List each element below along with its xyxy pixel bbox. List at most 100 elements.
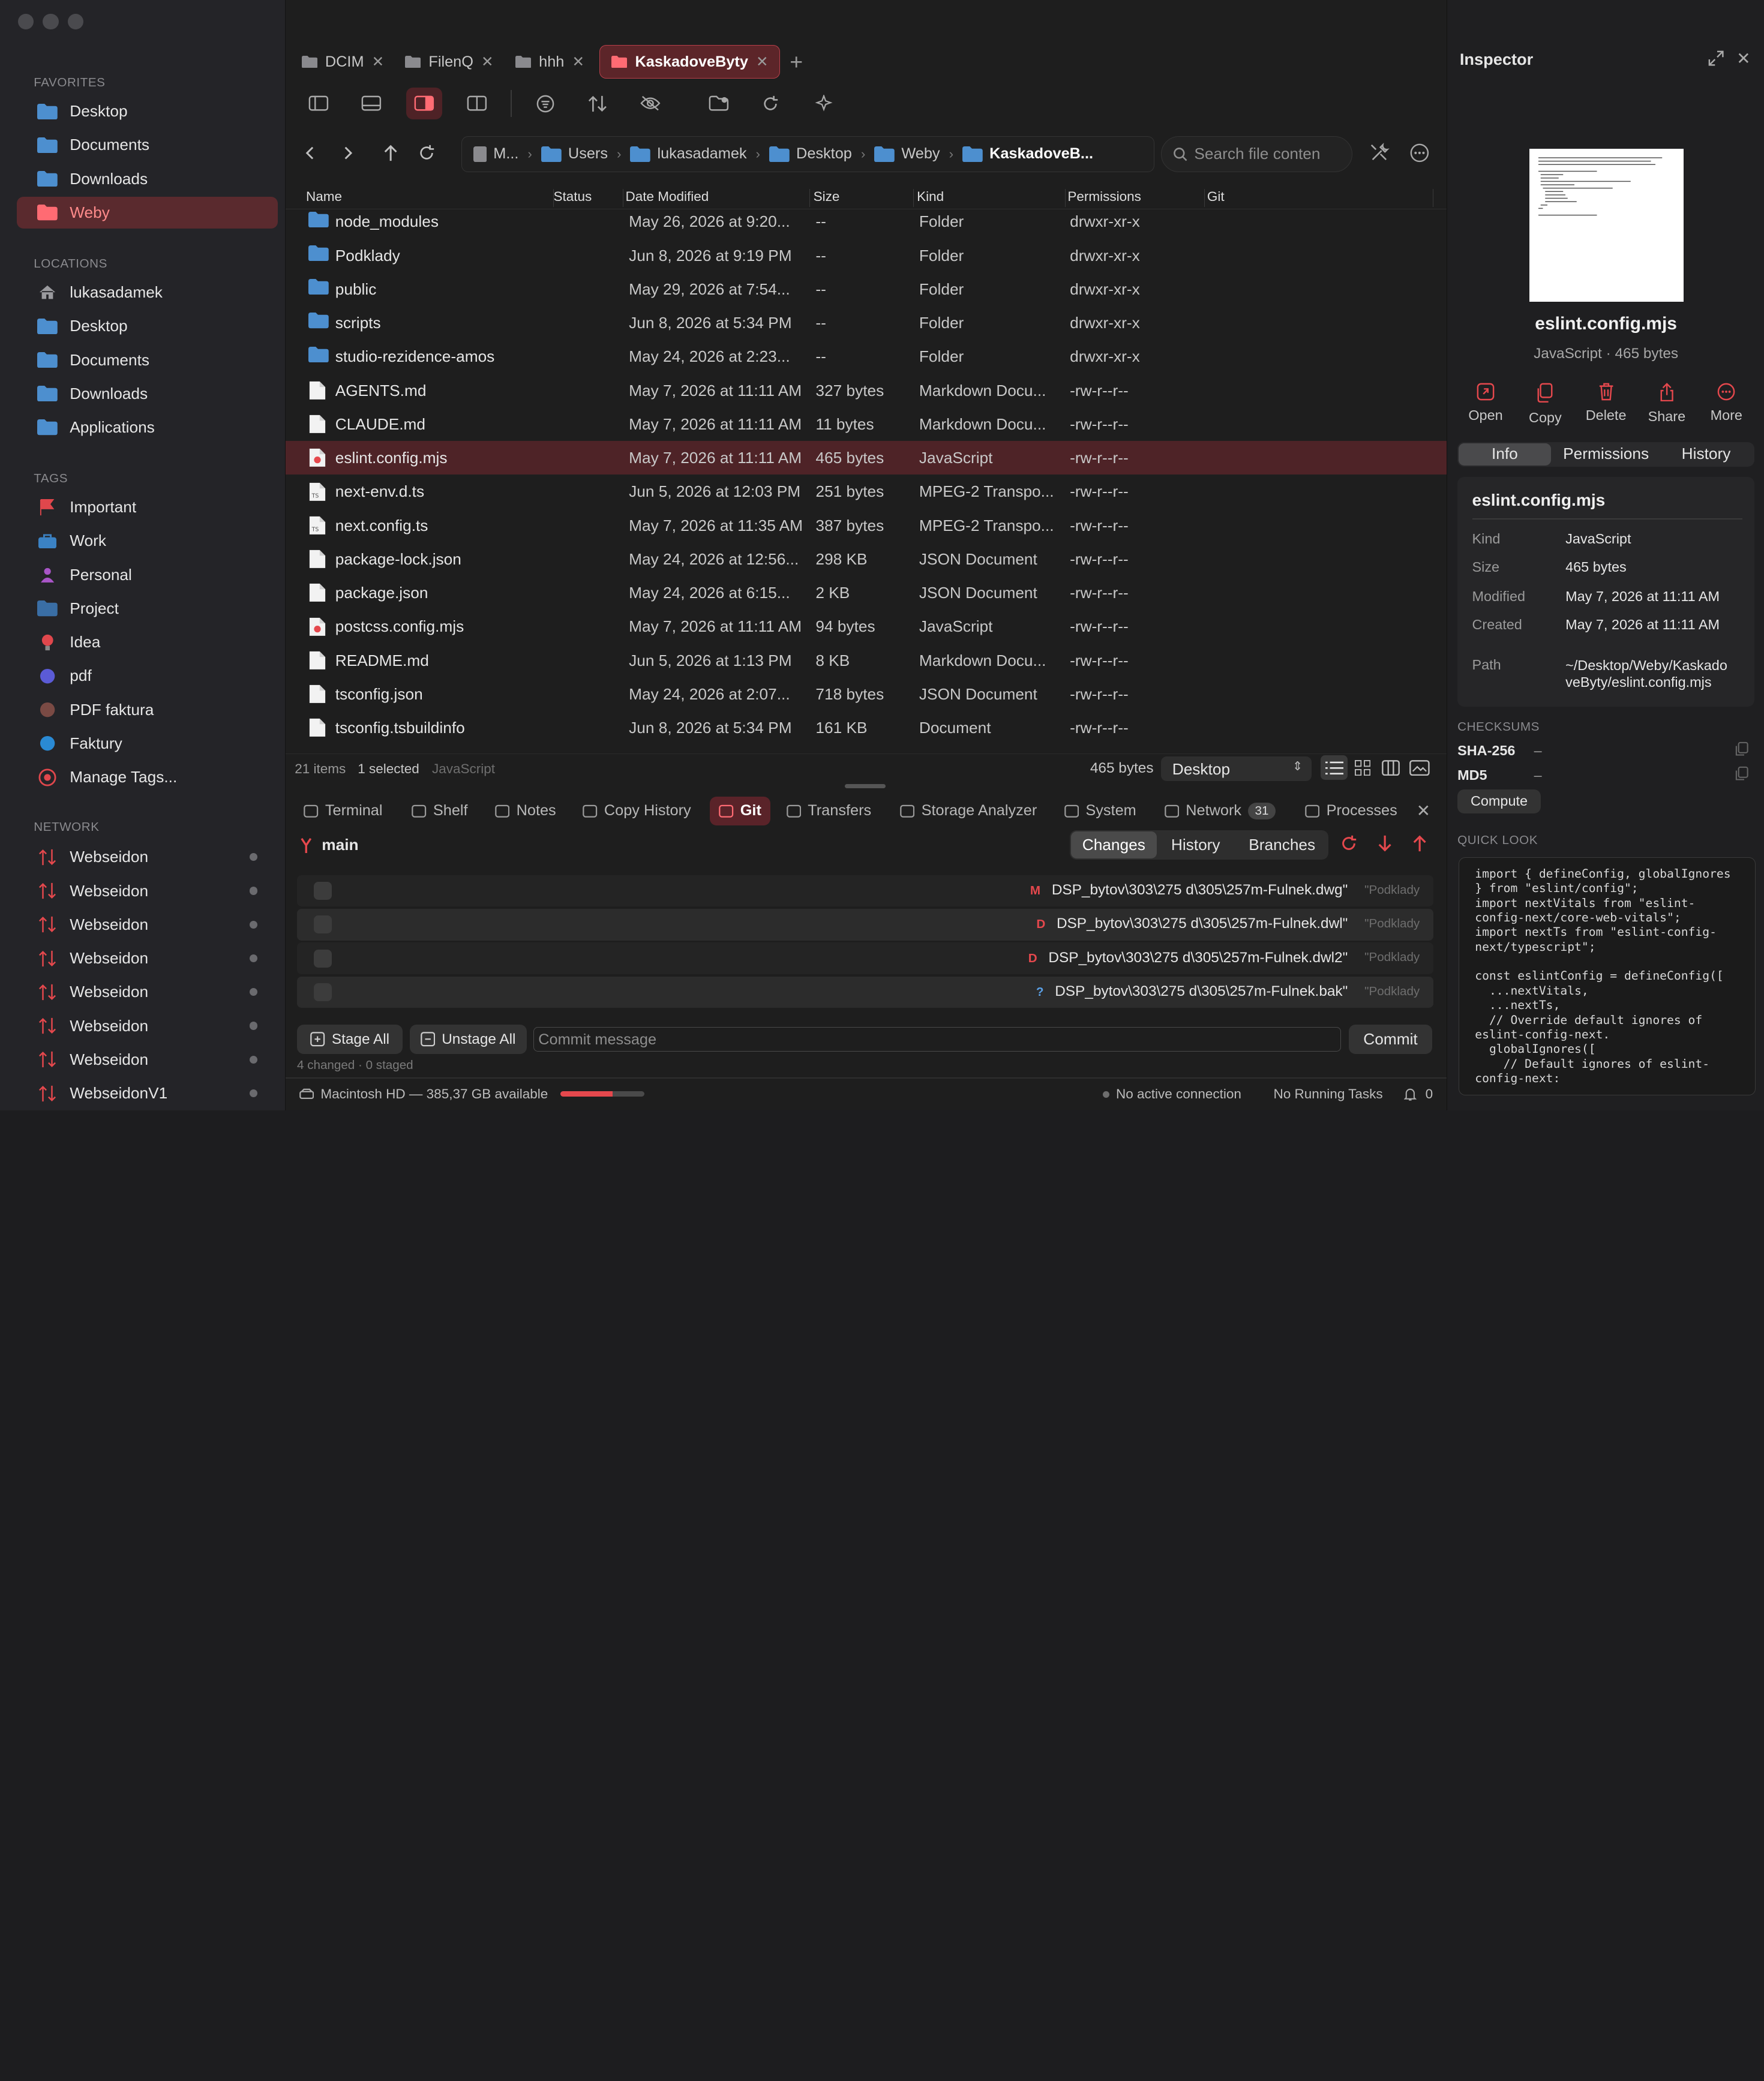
open-action-button[interactable]: Open — [1457, 383, 1514, 424]
sidebar-network-item[interactable]: Webseidon — [17, 875, 278, 907]
panel-tab-shelf[interactable]: Shelf — [412, 797, 468, 826]
panel-tab-transfers[interactable]: Transfers — [786, 797, 871, 826]
delete-action-button[interactable]: Delete — [1578, 383, 1634, 424]
panel-tab-processes[interactable]: Processes — [1305, 797, 1397, 826]
git-change-row[interactable]: D DSP_bytov\303\275 d\305\257m-Fulnek.dwl… — [297, 942, 1433, 974]
git-pull-button[interactable] — [1377, 834, 1393, 852]
sidebar-network-item[interactable]: WebseidonV1 — [17, 1077, 278, 1109]
tasks-status[interactable]: No Running Tasks — [1274, 1086, 1383, 1102]
column-kind[interactable]: Kind — [913, 189, 1066, 207]
back-button[interactable] — [298, 140, 323, 165]
close-panel-icon[interactable]: ✕ — [1417, 801, 1431, 821]
sidebar-network-item[interactable]: Webseidon — [17, 1010, 278, 1042]
sort-button[interactable] — [580, 88, 616, 119]
git-fetch-button[interactable] — [1340, 834, 1358, 852]
ai-button[interactable] — [806, 88, 842, 119]
sidebar-network-item[interactable]: Webseidon — [17, 1044, 278, 1076]
git-branch[interactable]: main — [299, 836, 359, 854]
breadcrumb-item[interactable]: KaskadoveB... — [962, 145, 1093, 163]
sidebar-item-downloads[interactable]: Downloads — [17, 378, 278, 410]
more-options-button[interactable] — [1408, 140, 1432, 165]
git-branches-tab[interactable]: Branches — [1249, 836, 1315, 854]
more-action-button[interactable]: More — [1698, 383, 1754, 424]
copy-action-button[interactable]: Copy — [1517, 383, 1574, 426]
sidebar-item-documents[interactable]: Documents — [17, 344, 278, 376]
panel-tab-notes[interactable]: Notes — [495, 797, 556, 826]
stage-all-button[interactable]: Stage All — [297, 1025, 403, 1054]
close-tab-icon[interactable]: ✕ — [572, 53, 584, 71]
commit-message-input[interactable]: Commit message — [533, 1026, 1341, 1052]
file-row[interactable]: Podklady Jun 8, 2026 at 9:19 PM -- Folder dr… — [286, 239, 1447, 272]
panel-tab-git[interactable]: Git — [710, 796, 770, 826]
git-changes-tab[interactable]: Changes — [1082, 836, 1145, 854]
close-inspector-icon[interactable]: ✕ — [1736, 49, 1751, 68]
sidebar-item-lukasadamek[interactable]: lukasadamek — [17, 277, 278, 308]
list-view-button[interactable] — [1321, 755, 1348, 780]
close-tab-icon[interactable]: ✕ — [756, 53, 768, 71]
location-select[interactable]: Desktop ⇕ — [1161, 756, 1312, 782]
sidebar-item-applications[interactable]: Applications — [17, 412, 278, 443]
bottom-panel-toggle-button[interactable] — [353, 88, 389, 119]
segment-history[interactable]: History — [1658, 445, 1754, 463]
column-status[interactable]: Status — [549, 189, 623, 207]
parent-folder-button[interactable] — [378, 140, 403, 165]
panel-tab-network[interactable]: Network 31 — [1164, 797, 1276, 826]
inspector-toggle-button[interactable] — [406, 88, 442, 119]
unstage-all-button[interactable]: Unstage All — [409, 1025, 527, 1054]
gallery-view-button[interactable] — [1408, 755, 1432, 780]
file-row[interactable]: postcss.config.mjs May 7, 2026 at 11:11 A… — [286, 609, 1447, 643]
git-change-row[interactable]: ? DSP_bytov\303\275 d\305\257m-Fulnek.bak… — [297, 976, 1433, 1008]
sidebar-toggle-button[interactable] — [301, 88, 337, 119]
breadcrumb-item[interactable]: Users — [541, 145, 608, 163]
tab-dcim[interactable]: DCIM ✕ — [301, 45, 384, 79]
sidebar-tag-manage-tags-[interactable]: Manage Tags... — [17, 761, 278, 793]
sidebar-network-item[interactable]: Webseidon — [17, 842, 278, 873]
stage-checkbox[interactable] — [314, 983, 332, 1001]
stage-checkbox[interactable] — [314, 882, 332, 900]
panel-tab-terminal[interactable]: Terminal — [304, 797, 382, 826]
column-view-button[interactable] — [1378, 755, 1403, 780]
sidebar-tag-faktury[interactable]: Faktury — [17, 728, 278, 759]
segment-permissions[interactable]: Permissions — [1554, 445, 1658, 463]
expand-icon[interactable] — [1708, 50, 1724, 66]
sidebar-item-weby[interactable]: Weby — [17, 197, 278, 229]
file-row[interactable]: TS next.config.ts May 7, 2026 at 11:35 AM 3… — [286, 509, 1447, 542]
breadcrumb-item[interactable]: M... — [473, 145, 518, 163]
sidebar-item-downloads[interactable]: Downloads — [17, 163, 278, 195]
zoom-window-button[interactable] — [67, 13, 83, 29]
file-row[interactable]: public May 29, 2026 at 7:54... -- Folder drw… — [286, 272, 1447, 306]
forward-button[interactable] — [335, 140, 360, 165]
file-row[interactable]: tsconfig.json May 24, 2026 at 2:07... 718 … — [286, 677, 1447, 711]
new-folder-button[interactable] — [701, 88, 737, 119]
reload-button[interactable] — [414, 140, 439, 165]
file-row[interactable]: tsconfig.tsbuildinfo Jun 8, 2026 at 5:34 … — [286, 711, 1447, 744]
file-row[interactable]: eslint.config.mjs May 7, 2026 at 11:11 AM… — [286, 441, 1447, 475]
compute-button[interactable]: Compute — [1457, 789, 1541, 813]
sidebar-tag-idea[interactable]: Idea — [17, 626, 278, 658]
file-row[interactable]: TS next-env.d.ts Jun 5, 2026 at 12:03 PM 25… — [286, 475, 1447, 508]
close-tab-icon[interactable]: ✕ — [481, 53, 493, 71]
tools-button[interactable] — [1367, 140, 1391, 165]
git-change-row[interactable]: M DSP_bytov\303\275 d\305\257m-Fulnek.dwg… — [297, 875, 1433, 907]
file-row[interactable]: studio-rezidence-amos May 24, 2026 at 2:2… — [286, 340, 1447, 373]
split-view-button[interactable] — [459, 88, 495, 119]
file-row[interactable]: CLAUDE.md May 7, 2026 at 11:11 AM 11 bytes… — [286, 407, 1447, 441]
column-permissions[interactable]: Permissions — [1063, 189, 1205, 207]
close-tab-icon[interactable]: ✕ — [372, 53, 384, 71]
sidebar-item-desktop[interactable]: Desktop — [17, 311, 278, 343]
file-row[interactable]: package-lock.json May 24, 2026 at 12:56..… — [286, 542, 1447, 576]
sidebar-network-item[interactable]: Webseidon — [17, 942, 278, 974]
notifications[interactable]: 0 — [1404, 1086, 1433, 1102]
column-date-modified[interactable]: Date Modified — [621, 189, 810, 207]
panel-tab-system[interactable]: System — [1064, 797, 1136, 826]
sidebar-item-documents[interactable]: Documents — [17, 130, 278, 161]
file-row[interactable]: AGENTS.md May 7, 2026 at 11:11 AM 327 byte… — [286, 374, 1447, 407]
grid-view-button[interactable] — [1350, 755, 1375, 780]
git-change-row[interactable]: D DSP_bytov\303\275 d\305\257m-Fulnek.dwl… — [297, 909, 1433, 941]
stage-checkbox[interactable] — [314, 915, 332, 934]
column-size[interactable]: Size — [809, 189, 914, 207]
git-push-button[interactable] — [1412, 834, 1427, 852]
commit-button[interactable]: Commit — [1349, 1025, 1432, 1054]
copy-md5-icon[interactable] — [1735, 766, 1749, 782]
new-tab-button[interactable]: + — [790, 45, 803, 79]
